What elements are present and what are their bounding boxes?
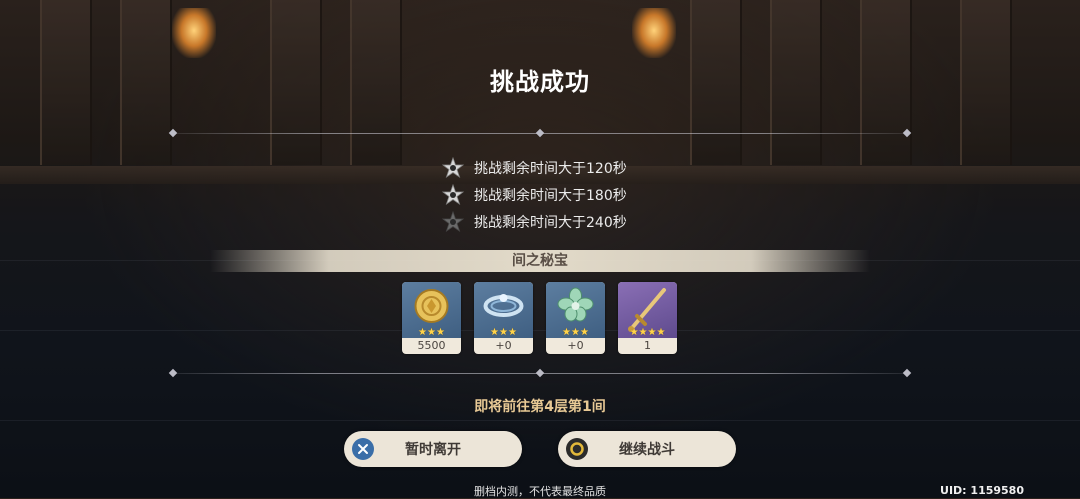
rarity-stars: ★★★: [562, 327, 589, 338]
continue-button[interactable]: 继续战斗: [558, 431, 736, 467]
divider-diamond: [535, 368, 545, 378]
close-icon: [352, 438, 374, 460]
reward-item-mora[interactable]: ★★★ 5500: [402, 282, 461, 354]
footer-notice: 删档内测，不代表最终品质: [474, 485, 606, 498]
condition-text: 挑战剩余时间大于180秒: [474, 188, 627, 204]
divider-diamond: [168, 368, 178, 378]
confirm-circle-icon: [566, 438, 588, 460]
leave-button-label: 暂时离开: [405, 442, 461, 458]
condition-row: 挑战剩余时间大于120秒: [442, 157, 627, 179]
reward-list: ★★★ 5500 ★★★ +0 ★★★ +0 ★★★★ 1: [402, 282, 677, 354]
next-floor-text: 即将前往第4层第1间: [474, 399, 606, 415]
star-unachieved-icon: [442, 211, 464, 233]
rarity-stars: ★★★★: [629, 327, 666, 338]
reward-count: 5500: [417, 339, 446, 352]
wall-lamp: [632, 8, 676, 58]
reward-item-flower[interactable]: ★★★ +0: [546, 282, 605, 354]
condition-text: 挑战剩余时间大于240秒: [474, 215, 627, 231]
reward-count: 1: [644, 339, 651, 352]
page-title: 挑战成功: [490, 68, 590, 96]
star-achieved-icon: [442, 184, 464, 206]
leave-button[interactable]: 暂时离开: [344, 431, 522, 467]
rarity-stars: ★★★: [490, 327, 517, 338]
divider-diamond: [902, 368, 912, 378]
star-achieved-icon: [442, 157, 464, 179]
reward-item-sword[interactable]: ★★★★ 1: [618, 282, 677, 354]
uid-label: UID: 1159580: [940, 484, 1024, 497]
reward-count: +0: [495, 339, 512, 352]
rarity-stars: ★★★: [418, 327, 445, 338]
condition-row: 挑战剩余时间大于180秒: [442, 184, 627, 206]
wall-lamp: [172, 8, 216, 58]
condition-text: 挑战剩余时间大于120秒: [474, 161, 627, 177]
reward-title: 间之秘宝: [210, 250, 870, 272]
divider-top: [168, 128, 912, 138]
floor-line: [0, 420, 1080, 421]
condition-row: 挑战剩余时间大于240秒: [442, 211, 627, 233]
continue-button-label: 继续战斗: [619, 442, 675, 458]
reward-count: +0: [567, 339, 584, 352]
divider-bottom: [168, 368, 912, 378]
reward-item-circlet[interactable]: ★★★ +0: [474, 282, 533, 354]
